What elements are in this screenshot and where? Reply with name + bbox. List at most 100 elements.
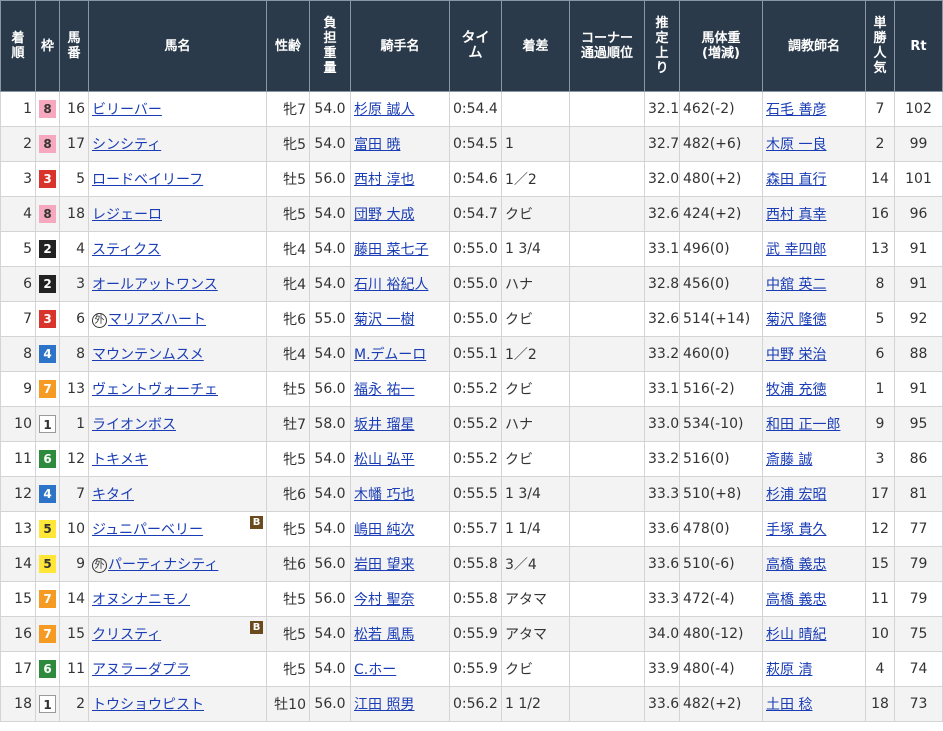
jockey-cell: 団野 大成 <box>350 196 450 232</box>
horse-name-link[interactable]: シンシティ <box>92 137 161 153</box>
rating-cell: 91 <box>894 266 943 302</box>
popularity-cell: 5 <box>865 301 895 337</box>
jockey-link[interactable]: 今村 聖奈 <box>354 592 414 608</box>
carried-weight-cell: 54.0 <box>309 651 351 687</box>
trainer-link[interactable]: 杉浦 宏昭 <box>766 487 826 503</box>
jockey-link[interactable]: 江田 照男 <box>354 697 414 713</box>
jockey-link[interactable]: M.デムーロ <box>354 347 426 363</box>
trainer-link[interactable]: 牧浦 充徳 <box>766 382 826 398</box>
rating-cell: 75 <box>894 616 943 652</box>
trainer-link[interactable]: 土田 稔 <box>766 697 812 713</box>
header-label: 枠 <box>40 38 54 54</box>
col-horse[interactable]: 馬名 <box>88 0 267 92</box>
jockey-link[interactable]: 団野 大成 <box>354 207 414 223</box>
trainer-link[interactable]: 杉山 晴紀 <box>766 627 826 643</box>
jockey-link[interactable]: 松若 風馬 <box>354 627 414 643</box>
trainer-link[interactable]: 手塚 貴久 <box>766 522 826 538</box>
horse-name-link[interactable]: ライオンボス <box>92 417 176 433</box>
corner-cell <box>569 476 645 512</box>
trainer-link[interactable]: 西村 真幸 <box>766 207 826 223</box>
margin-cell: 1 1/4 <box>501 511 570 547</box>
table-row: 7 3 6 外マリアズハート 牝6 55.0 菊沢 一樹 0:55.0 クビ 3… <box>0 301 943 337</box>
col-sexage[interactable]: 性齢 <box>266 0 310 92</box>
last3f-cell: 33.6 <box>644 686 680 722</box>
trainer-cell: 高橋 義忠 <box>762 581 866 617</box>
jockey-link[interactable]: 木幡 巧也 <box>354 487 414 503</box>
trainer-link[interactable]: 菊沢 隆徳 <box>766 312 826 328</box>
jockey-link[interactable]: 岩田 望来 <box>354 557 414 573</box>
horse-name-link[interactable]: トキメキ <box>92 452 148 468</box>
popularity-cell: 11 <box>865 581 895 617</box>
col-weight[interactable]: 負担重量 <box>309 0 351 92</box>
horse-cell: ライオンボス <box>88 406 267 442</box>
time-cell: 0:56.2 <box>449 686 502 722</box>
trainer-link[interactable]: 斎藤 誠 <box>766 452 812 468</box>
horse-number-cell: 16 <box>59 91 89 127</box>
col-jockey[interactable]: 騎手名 <box>350 0 450 92</box>
col-body[interactable]: 馬体重 (増減) <box>679 0 763 92</box>
horse-name-link[interactable]: オヌシナニモノ <box>92 592 190 608</box>
jockey-link[interactable]: 坂井 瑠星 <box>354 417 414 433</box>
jockey-cell: 松山 弘平 <box>350 441 450 477</box>
horse-name-link[interactable]: スティクス <box>92 242 161 258</box>
col-pop[interactable]: 単勝人気 <box>865 0 895 92</box>
col-rank[interactable]: 着順 <box>0 0 36 92</box>
col-margin[interactable]: 着差 <box>501 0 570 92</box>
horse-name-link[interactable]: ビリーバー <box>92 102 162 118</box>
waku-badge: 7 <box>39 380 56 398</box>
horse-name-link[interactable]: パーティナシティ <box>108 557 218 573</box>
col-num[interactable]: 馬番 <box>59 0 89 92</box>
trainer-link[interactable]: 和田 正一郎 <box>766 417 840 433</box>
col-waku[interactable]: 枠 <box>35 0 60 92</box>
trainer-link[interactable]: 森田 直行 <box>766 172 826 188</box>
col-rt[interactable]: Rt <box>894 0 943 92</box>
jockey-link[interactable]: 富田 暁 <box>354 137 400 153</box>
horse-name-link[interactable]: トウショウピスト <box>92 697 204 713</box>
waku-cell: 1 <box>35 686 60 722</box>
jockey-link[interactable]: 菊沢 一樹 <box>354 312 414 328</box>
waku-badge: 3 <box>39 310 56 328</box>
col-corner[interactable]: コーナー 通過順位 <box>569 0 645 92</box>
body-weight-cell: 462(-2) <box>679 91 763 127</box>
corner-cell <box>569 406 645 442</box>
trainer-link[interactable]: 武 幸四郎 <box>766 242 826 258</box>
jockey-link[interactable]: 松山 弘平 <box>354 452 414 468</box>
horse-name-link[interactable]: クリスティ <box>92 627 161 643</box>
jockey-link[interactable]: 杉原 誠人 <box>354 102 414 118</box>
waku-badge: 7 <box>39 590 56 608</box>
body-weight-cell: 460(0) <box>679 336 763 372</box>
horse-name-link[interactable]: キタイ <box>92 487 134 503</box>
col-time[interactable]: タイム <box>449 0 502 92</box>
trainer-link[interactable]: 中野 栄治 <box>766 347 826 363</box>
blinker-icon: B <box>250 621 263 634</box>
jockey-link[interactable]: C.ホー <box>354 662 396 678</box>
blinker-icon: B <box>250 516 263 529</box>
jockey-link[interactable]: 藤田 菜七子 <box>354 242 428 258</box>
jockey-link[interactable]: 嶋田 純次 <box>354 522 414 538</box>
trainer-link[interactable]: 中舘 英二 <box>766 277 826 293</box>
trainer-link[interactable]: 高橋 義忠 <box>766 557 826 573</box>
trainer-link[interactable]: 木原 一良 <box>766 137 826 153</box>
horse-name-link[interactable]: レジェーロ <box>92 207 162 223</box>
horse-name-link[interactable]: アヌラーダプラ <box>92 662 190 678</box>
col-trainer[interactable]: 調教師名 <box>762 0 866 92</box>
last3f-cell: 32.1 <box>644 91 680 127</box>
trainer-link[interactable]: 高橋 義忠 <box>766 592 826 608</box>
col-last3f[interactable]: 推定上り <box>644 0 680 92</box>
jockey-link[interactable]: 福永 祐一 <box>354 382 414 398</box>
jockey-link[interactable]: 西村 淳也 <box>354 172 414 188</box>
horse-name-link[interactable]: マリアズハート <box>108 312 206 328</box>
horse-name-link[interactable]: ジュニパーベリー <box>92 522 203 538</box>
margin-cell: クビ <box>501 371 570 407</box>
trainer-link[interactable]: 石毛 善彦 <box>766 102 826 118</box>
jockey-link[interactable]: 石川 裕紀人 <box>354 277 428 293</box>
body-weight-cell: 480(-4) <box>679 651 763 687</box>
trainer-link[interactable]: 萩原 清 <box>766 662 812 678</box>
horse-number-cell: 11 <box>59 651 89 687</box>
trainer-cell: 中野 栄治 <box>762 336 866 372</box>
horse-name-link[interactable]: オールアットワンス <box>92 277 218 293</box>
horse-name-link[interactable]: ロードベイリーフ <box>92 172 203 188</box>
last3f-cell: 33.0 <box>644 406 680 442</box>
horse-name-link[interactable]: ヴェントヴォーチェ <box>92 382 218 398</box>
horse-name-link[interactable]: マウンテンムスメ <box>92 347 204 363</box>
